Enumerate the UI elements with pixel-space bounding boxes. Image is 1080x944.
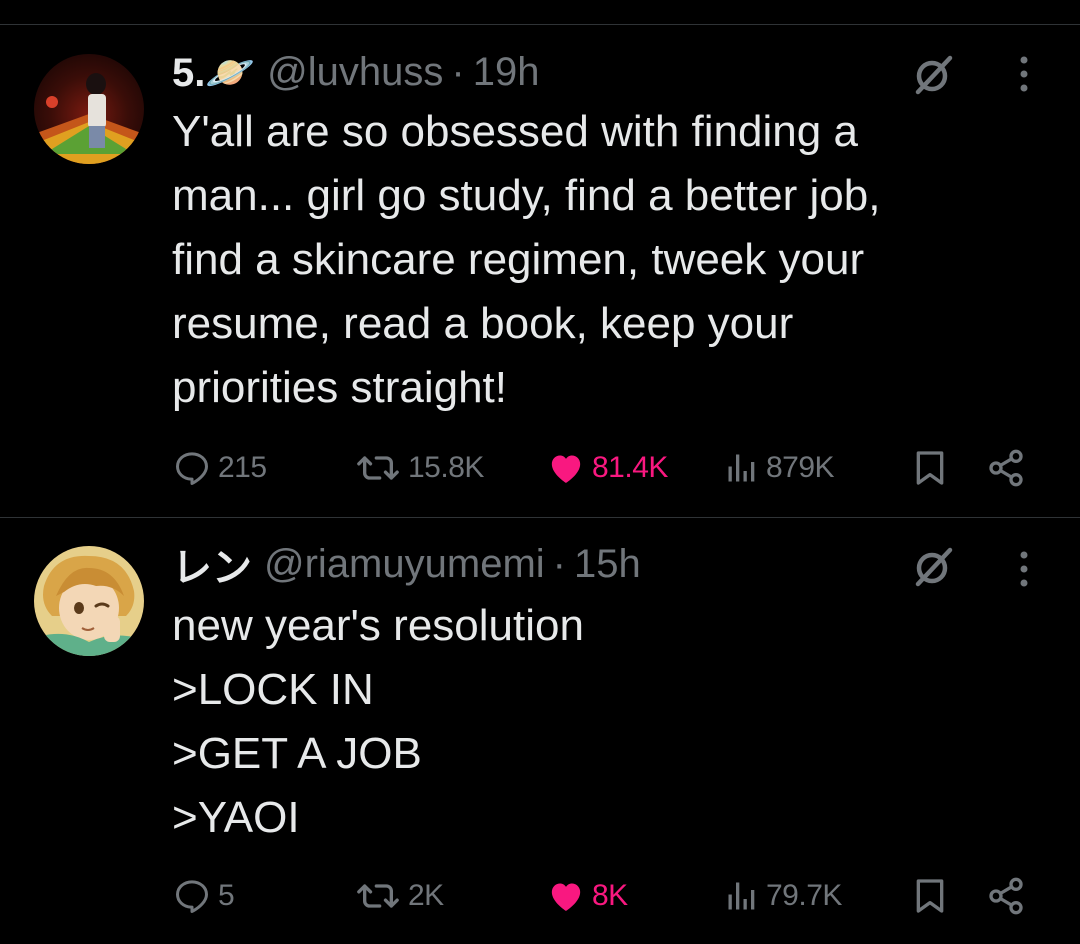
user-handle[interactable]: @riamuyumemi: [264, 542, 545, 587]
reply-button[interactable]: 5: [172, 871, 235, 921]
like-button[interactable]: 8K: [546, 871, 628, 921]
tweet-text-line: find a skincare regimen, tweek your: [172, 235, 865, 284]
avatar[interactable]: [34, 54, 144, 164]
bookmark-button[interactable]: [910, 871, 950, 921]
share-icon: [989, 449, 1023, 487]
separator-dot: ·: [451, 49, 465, 94]
reply-icon: [176, 452, 208, 485]
separator-dot: ·: [552, 541, 566, 586]
repost-icon: [357, 456, 399, 480]
tweet-text-line: resume, read a book, keep your: [172, 299, 794, 348]
repost-button[interactable]: 2K: [354, 871, 444, 921]
bookmark-button[interactable]: [910, 443, 950, 493]
views-button[interactable]: 79.7K: [724, 871, 842, 921]
share-button[interactable]: [986, 443, 1026, 493]
repost-icon: [357, 884, 399, 908]
tweet-text: Y'all are so obsessed with finding a man…: [172, 100, 1032, 420]
like-count: 8K: [592, 879, 628, 912]
tweet-text-line: >GET A JOB: [172, 729, 422, 778]
views-count: 79.7K: [766, 879, 842, 912]
more-icon[interactable]: [1000, 545, 1048, 593]
action-bar: 215 15.8K 81.4K 879K: [0, 443, 1080, 493]
timestamp[interactable]: 19h: [473, 50, 540, 95]
timestamp[interactable]: 15h: [574, 542, 641, 587]
tweet-text-line: new year's resolution: [172, 601, 584, 650]
grok-icon[interactable]: [910, 50, 958, 98]
tweet-text: new year's resolution >LOCK IN >GET A JO…: [172, 594, 1032, 850]
views-icon: [728, 454, 755, 482]
display-name[interactable]: 5.🪐: [172, 49, 255, 96]
repost-button[interactable]: 15.8K: [354, 443, 484, 493]
tweet-divider: [0, 517, 1080, 518]
heart-icon: [551, 455, 581, 483]
tweet-text-line: Y'all are so obsessed with finding a: [172, 107, 858, 156]
action-bar: 5 2K 8K 79.7K: [0, 871, 1080, 921]
heart-icon: [551, 883, 581, 911]
tweet-text-line: man... girl go study, find a better job,: [172, 171, 881, 220]
views-count: 879K: [766, 451, 835, 484]
tweet-header: レン @riamuyumemi · 15h: [172, 535, 641, 593]
user-handle[interactable]: @luvhuss: [267, 50, 443, 95]
bookmark-icon: [916, 879, 944, 913]
repost-count: 2K: [408, 879, 444, 912]
views-icon: [728, 882, 755, 910]
share-icon: [989, 877, 1023, 915]
tweet-text-line: >YAOI: [172, 793, 300, 842]
like-button[interactable]: 81.4K: [546, 443, 668, 493]
more-icon[interactable]: [1000, 50, 1048, 98]
top-divider: [0, 24, 1080, 25]
like-count: 81.4K: [592, 451, 668, 484]
views-button[interactable]: 879K: [724, 443, 835, 493]
reply-count: 215: [218, 451, 267, 484]
bookmark-icon: [916, 451, 944, 485]
reply-count: 5: [218, 879, 235, 912]
share-button[interactable]: [986, 871, 1026, 921]
reply-button[interactable]: 215: [172, 443, 267, 493]
avatar[interactable]: [34, 546, 144, 656]
tweet-header: 5.🪐 @luvhuss · 19h: [172, 46, 539, 98]
reply-icon: [176, 880, 208, 913]
repost-count: 15.8K: [408, 451, 484, 484]
tweet-text-line: priorities straight!: [172, 363, 508, 412]
tweet-text-line: >LOCK IN: [172, 665, 374, 714]
display-name[interactable]: レン: [172, 535, 252, 593]
grok-icon[interactable]: [910, 542, 958, 590]
